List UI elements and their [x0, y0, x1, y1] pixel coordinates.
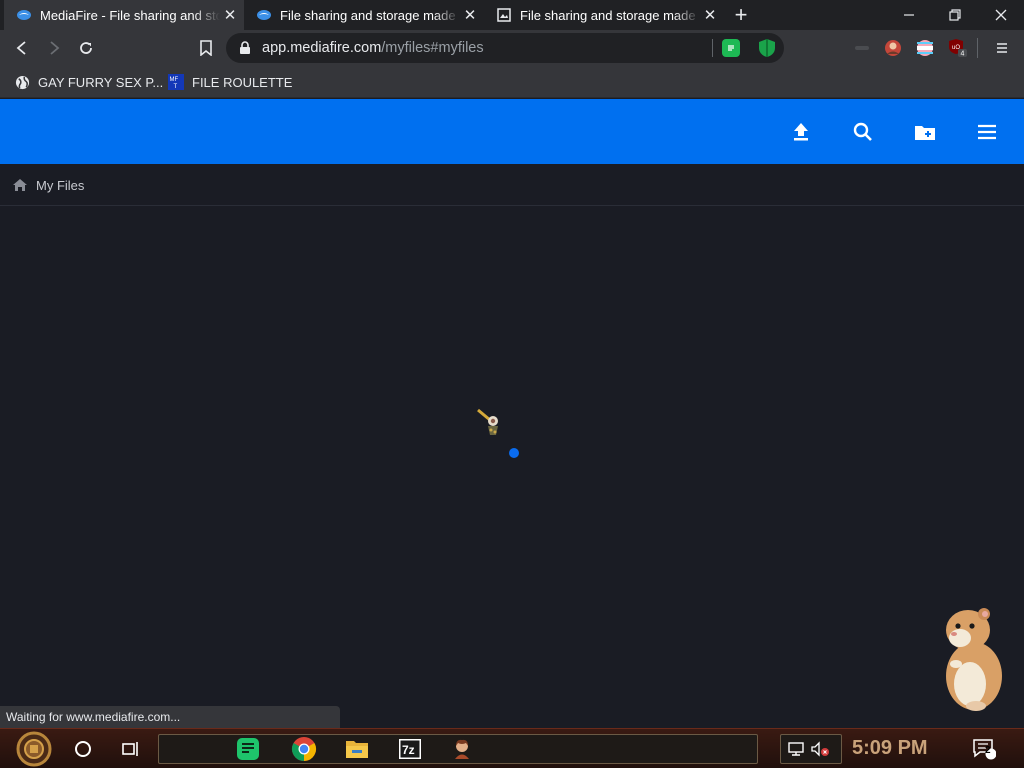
tab-file-sharing-2[interactable]: File sharing and storage made simple ✕ [484, 0, 724, 30]
bookmarks-bar: GAY FURRY SEX P... MF T FILE ROULETTE [0, 66, 1024, 98]
tab-title: MediaFire - File sharing and storage mad… [40, 7, 220, 23]
broken-image-icon [496, 7, 512, 23]
status-bubble: Waiting for www.mediafire.com... [0, 706, 340, 728]
notes-extension-icon[interactable] [722, 39, 740, 57]
tab-title: File sharing and storage made simple [520, 7, 700, 23]
volume-muted-icon [811, 741, 829, 757]
flag-extension-icon[interactable] [915, 38, 935, 58]
steampunk-start-icon [16, 731, 52, 767]
tab-file-sharing-1[interactable]: File sharing and storage made simple ✕ [244, 0, 484, 30]
bookmark-label: GAY FURRY SEX P... [38, 74, 164, 90]
network-tray-button[interactable] [784, 733, 808, 765]
taskbar: 7z 5:09 PM 2 [0, 728, 1024, 768]
search-button[interactable] [850, 119, 876, 145]
reload-icon [80, 42, 92, 54]
hamster-desktop-pet-icon [946, 608, 1002, 711]
url-text: app.mediafire.com/myfiles#myfiles [262, 40, 484, 56]
svg-text:4: 4 [961, 51, 965, 58]
7zip-button[interactable]: 7z [394, 733, 426, 765]
mediafire-icon [16, 7, 32, 23]
7zip-icon: 7z [399, 739, 421, 759]
character-app-icon [455, 739, 469, 759]
forward-button[interactable] [42, 36, 66, 60]
task-view-icon [122, 742, 138, 756]
notes-app-button[interactable] [232, 733, 264, 765]
lock-icon [240, 41, 250, 54]
browser-toolbar: app.mediafire.com/myfiles#myfiles uO 4 [0, 30, 1024, 66]
notification-count: 2 [985, 745, 991, 756]
bookmark-item[interactable]: GAY FURRY SEX P... [14, 72, 163, 92]
upload-button[interactable] [788, 119, 814, 145]
mediafire-icon [256, 7, 272, 23]
upload-icon [794, 123, 808, 141]
breadcrumb-my-files[interactable]: My Files [12, 177, 84, 193]
svg-text:7z: 7z [402, 743, 415, 757]
tab-close-icon[interactable]: ✕ [220, 6, 240, 24]
new-tab-button[interactable]: + [728, 2, 754, 28]
restore-button[interactable] [932, 0, 978, 30]
omnibox-divider [712, 39, 713, 57]
close-icon [995, 9, 1007, 21]
menu-icon [997, 43, 1007, 53]
new-folder-icon [915, 126, 935, 140]
character-app-button[interactable] [446, 733, 478, 765]
cortana-circle-icon [75, 741, 91, 757]
back-arrow-icon [16, 41, 26, 55]
search-icon [853, 122, 872, 141]
restore-icon [949, 9, 961, 21]
start-button[interactable] [16, 731, 52, 767]
bookmark-item[interactable]: MF T FILE ROULETTE [168, 72, 292, 92]
home-icon [13, 179, 27, 191]
volume-tray-button[interactable] [808, 733, 832, 765]
file-explorer-icon [346, 741, 368, 758]
cortana-button[interactable] [67, 733, 99, 765]
svg-text:T: T [174, 84, 178, 90]
loading-spinner [509, 448, 519, 458]
action-center-button[interactable]: 2 [968, 733, 1000, 765]
minimize-button[interactable] [886, 0, 932, 30]
bookmark-label: FILE ROULETTE [192, 74, 293, 90]
shield-extension-icon[interactable] [758, 38, 776, 58]
reload-button[interactable] [74, 36, 98, 60]
animated-cursor-icon [477, 408, 498, 435]
notification-icon [973, 739, 996, 760]
chrome-icon [291, 737, 317, 761]
mft-icon: MF T [168, 74, 184, 90]
notes-app-icon [237, 738, 259, 760]
chrome-button[interactable] [288, 733, 320, 765]
address-bar[interactable]: app.mediafire.com/myfiles#myfiles [226, 33, 784, 63]
tab-close-icon[interactable]: ✕ [460, 6, 480, 24]
hamburger-menu-icon [978, 124, 996, 140]
new-folder-button[interactable] [912, 119, 938, 145]
taskbar-clock[interactable]: 5:09 PM [852, 737, 928, 760]
mediafire-header [0, 99, 1024, 164]
tab-mediafire-active[interactable]: MediaFire - File sharing and storage mad… [4, 0, 244, 30]
toolbar-divider [977, 38, 978, 58]
extension-puzzle-icon[interactable] [852, 38, 872, 58]
app-menu-button[interactable] [974, 119, 1000, 145]
task-view-button[interactable] [114, 733, 146, 765]
browser-tab-strip: MediaFire - File sharing and storage mad… [0, 0, 1024, 30]
tab-close-icon[interactable]: ✕ [700, 6, 720, 24]
forward-arrow-icon [50, 41, 60, 55]
bookmark-button[interactable] [194, 36, 218, 60]
close-window-button[interactable] [978, 0, 1024, 30]
file-explorer-button[interactable] [341, 733, 373, 765]
profile-avatar-icon[interactable] [883, 38, 903, 58]
minimize-icon [904, 14, 914, 16]
bookmark-icon [200, 40, 212, 56]
svg-text:MF: MF [170, 77, 179, 83]
ublock-extension-icon[interactable]: uO 4 [948, 38, 968, 58]
globe-icon [14, 74, 30, 90]
network-icon [788, 742, 804, 756]
browser-menu-button[interactable] [992, 38, 1012, 58]
breadcrumb-label: My Files [36, 177, 85, 193]
back-button[interactable] [10, 36, 34, 60]
breadcrumb: My Files [0, 164, 1024, 206]
file-list-area [0, 207, 1024, 728]
tab-title: File sharing and storage made simple [280, 7, 460, 23]
